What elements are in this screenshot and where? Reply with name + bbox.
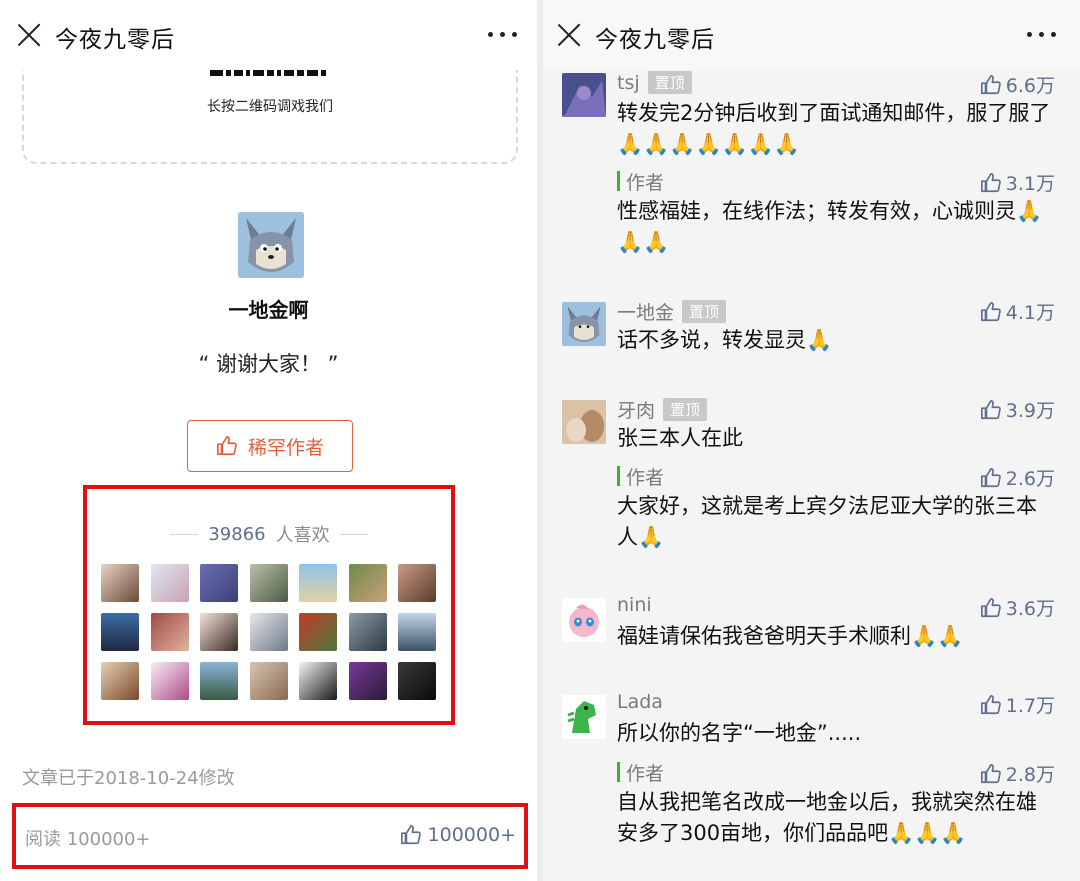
reply-text: 大家好，这就是考上宾夕法尼亚大学的张三本人🙏 [617, 494, 1037, 549]
read-count: 阅读 100000+ [25, 829, 151, 850]
liker-avatar[interactable] [101, 662, 139, 700]
liker-avatar[interactable] [200, 662, 238, 700]
more-icon[interactable] [488, 32, 517, 37]
comment-like-count: 1.7万 [1005, 695, 1055, 717]
thumb-up-icon [980, 74, 1001, 94]
page-title: 今夜九零后 [55, 27, 175, 53]
reply-text: 性感福娃，在线作法；转发有效，心诚则灵🙏🙏🙏 [617, 199, 1043, 254]
comment-like-button[interactable]: 6.6万 [980, 71, 1055, 98]
comment-like-button[interactable]: 3.9万 [980, 396, 1055, 423]
thumb-up-icon [980, 597, 1001, 617]
author-avatar[interactable] [238, 212, 304, 278]
liker-avatar[interactable] [398, 613, 436, 651]
pinned-badge: 置顶 [647, 71, 692, 94]
more-icon[interactable] [1027, 32, 1056, 37]
edit-note: 文章已于2018-10-24修改 [22, 768, 235, 789]
qr-caption: 长按二维码调戏我们 [207, 99, 333, 115]
article-panel: 长按二维码调戏我们 今夜九零后 一地金啊 “ 谢谢大家！ ” 稀罕作者 3986… [0, 0, 537, 881]
author-quote: “ 谢谢大家！ ” [198, 352, 339, 376]
comment-like-count: 4.1万 [1005, 302, 1055, 324]
liker-avatar[interactable] [150, 662, 189, 700]
pinned-badge: 置顶 [682, 300, 727, 323]
commenter-name: 一地金 置顶 [617, 298, 727, 325]
liker-avatar[interactable] [101, 564, 139, 602]
comment-text: 所以你的名字“一地金”..... [617, 721, 862, 745]
read-stats-bar: 阅读 100000+ 100000+ [12, 803, 528, 869]
commenter-name: nini [617, 594, 652, 616]
reply-like-button[interactable]: 3.1万 [980, 169, 1055, 196]
comment-like-count: 3.9万 [1005, 400, 1055, 422]
likers-count: 39866 [208, 523, 266, 545]
commenter-avatar[interactable] [562, 302, 606, 346]
appreciate-label: 稀罕作者 [247, 436, 324, 459]
liker-avatar[interactable] [348, 613, 387, 651]
author-name[interactable]: 一地金啊 [0, 294, 537, 323]
thumb-up-icon [980, 301, 1001, 321]
thumb-up-icon [980, 763, 1001, 783]
reply-author-label: 作者 [626, 763, 665, 785]
likers-suffix: 人喜欢 [275, 525, 330, 546]
liker-avatar[interactable] [150, 564, 189, 602]
commenter-name: 牙肉 置顶 [617, 396, 708, 423]
liker-avatar[interactable] [101, 613, 139, 651]
thumb-up-icon [216, 436, 237, 456]
likers-header: 39866 人喜欢 [87, 521, 451, 547]
commenter-avatar[interactable] [562, 695, 606, 739]
thumb-up-icon [400, 825, 421, 845]
comment-text: 福娃请保佑我爸爸明天手术顺利🙏🙏 [617, 624, 964, 648]
liker-avatar[interactable] [348, 662, 387, 700]
thumb-up-icon [980, 399, 1001, 419]
reply-like-button[interactable]: 2.8万 [980, 760, 1055, 787]
article-like-count: 100000+ [427, 824, 516, 846]
liker-avatar[interactable] [299, 613, 337, 651]
page-title: 今夜九零后 [595, 27, 715, 53]
comment-text: 张三本人在此 [617, 426, 743, 450]
comment-like-count: 3.6万 [1005, 598, 1055, 620]
reply-like-count: 2.6万 [1005, 468, 1055, 490]
pinned-badge: 置顶 [663, 398, 708, 421]
liker-avatar[interactable] [200, 613, 238, 651]
liker-avatar[interactable] [398, 662, 436, 700]
top-bar: 今夜九零后 [0, 0, 537, 70]
comment-text: 转发完2分钟后收到了面试通知邮件，服了服了🙏🙏🙏🙏🙏🙏🙏 [617, 101, 1051, 156]
close-icon[interactable] [556, 22, 582, 48]
reply-like-count: 3.1万 [1005, 173, 1055, 195]
commenter-avatar[interactable] [562, 73, 606, 117]
screen: 长按二维码调戏我们 今夜九零后 一地金啊 “ 谢谢大家！ ” 稀罕作者 3986… [0, 0, 1080, 881]
likers-section: 39866 人喜欢 [83, 485, 455, 725]
reply-author-label: 作者 [626, 172, 665, 194]
close-icon[interactable] [16, 22, 42, 48]
article-like-button[interactable]: 100000+ [400, 824, 516, 846]
liker-avatar[interactable] [299, 662, 337, 700]
thumb-up-icon [980, 694, 1001, 714]
reply-author-label: 作者 [626, 467, 665, 489]
reply-like-count: 2.8万 [1005, 764, 1055, 786]
liker-avatar[interactable] [348, 564, 387, 602]
comment-like-count: 6.6万 [1005, 75, 1055, 97]
commenter-avatar[interactable] [562, 400, 606, 444]
comment-like-button[interactable]: 4.1万 [980, 298, 1055, 325]
liker-avatar[interactable] [249, 564, 288, 602]
reply-text: 自从我把笔名改成一地金以后，我就突然在雄安多了300亩地，你们品品吧🙏🙏🙏 [617, 790, 1037, 845]
liker-avatar[interactable] [249, 613, 288, 651]
commenter-avatar[interactable] [562, 598, 606, 642]
liker-avatar[interactable] [299, 564, 337, 602]
comment-like-button[interactable]: 3.6万 [980, 594, 1055, 621]
thumb-up-icon [980, 172, 1001, 192]
likers-avatar-grid [101, 564, 436, 700]
liker-avatar[interactable] [398, 564, 436, 602]
thumb-up-icon [980, 467, 1001, 487]
reply-like-button[interactable]: 2.6万 [980, 464, 1055, 491]
commenter-name: Lada [617, 691, 663, 713]
top-bar: 今夜九零后 [543, 0, 1080, 70]
comment-text: 话不多说，转发显灵🙏 [617, 328, 833, 352]
liker-avatar[interactable] [150, 613, 189, 651]
commenter-name: tsj 置顶 [617, 71, 692, 94]
liker-avatar[interactable] [200, 564, 238, 602]
appreciate-author-button[interactable]: 稀罕作者 [187, 420, 353, 472]
comment-like-button[interactable]: 1.7万 [980, 691, 1055, 718]
liker-avatar[interactable] [249, 662, 288, 700]
comments-panel: tsj 置顶 6.6万 转发完2分钟后收到了面试通知邮件，服了服了🙏🙏🙏🙏🙏🙏🙏… [543, 0, 1080, 881]
